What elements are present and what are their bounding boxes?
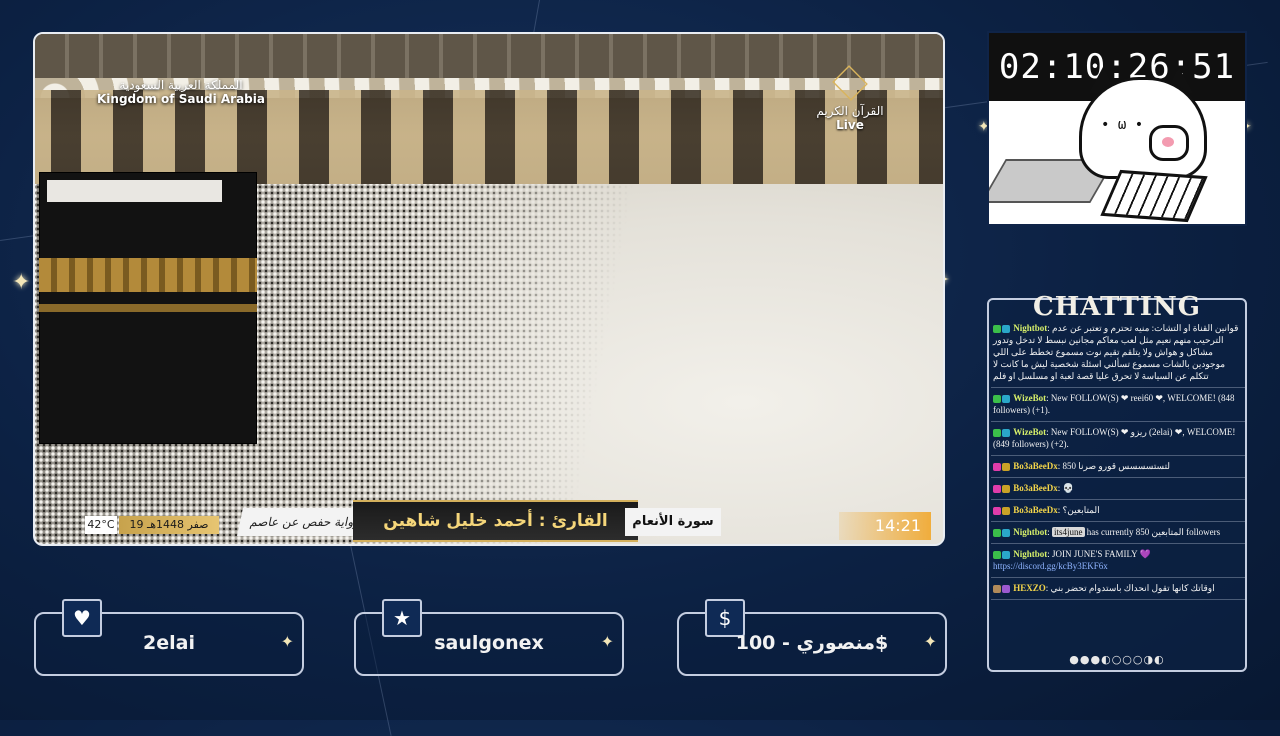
sparkle-icon: ✦ (600, 632, 614, 651)
chat-text: has currently 850 المتابعين followers (1086, 527, 1221, 537)
chat-message: Nightbot: JOIN JUNE'S FAMILY 💜 https://d… (991, 544, 1245, 578)
prime-badge-icon (1002, 584, 1010, 593)
keyboard-icon (1100, 169, 1208, 223)
kaaba (39, 172, 257, 444)
heart-badge-icon (993, 506, 1001, 515)
verified-badge-icon (1002, 428, 1010, 437)
chat-username[interactable]: WizeBot (1013, 427, 1046, 437)
chat-message: WizeBot: New FOLLOW(S) ❤ reei60 ❤, WELCO… (991, 388, 1245, 422)
qari-name: القارئ : أحمد خليل شاهين (353, 500, 638, 542)
ksa-watermark: المملكة العربية السعودية Kingdom of Saud… (97, 78, 265, 106)
clock: 14:21 (839, 512, 931, 540)
countdown-widget: 02:10:26:51 • ω • (987, 31, 1247, 226)
chat-panel[interactable]: CHATTING Nightbot: قوانين القناة او التش… (987, 292, 1247, 672)
sparkle-icon: ✦ (923, 632, 937, 651)
latest-subscriber-card: ★ saulgonex ✦ (354, 599, 624, 676)
cat-face-icon: • ω • (1101, 117, 1144, 133)
chat-username[interactable]: HEXZO (1013, 583, 1046, 593)
temperature: 42°C (85, 516, 117, 534)
sparkle-icon: ✦ (12, 270, 31, 295)
moderator-badge-icon (993, 394, 1001, 403)
chat-message: Nightbot: قوانين القناة او التشات: منيه … (991, 318, 1245, 388)
chat-username[interactable]: Nightbot (1013, 527, 1047, 537)
moderator-badge-icon (993, 528, 1001, 537)
chat-username[interactable]: Bo3aBeeDx (1013, 483, 1058, 493)
kaaba-gold-band (39, 258, 257, 292)
chat-message: Bo3aBeeDx: 💀 (991, 478, 1245, 500)
live-label: Live (836, 118, 864, 132)
kaaba-roof (47, 180, 222, 202)
chat-message: WizeBot: New FOLLOW(S) ❤ ريزو (2elai) ❤,… (991, 422, 1245, 456)
ksa-arabic: المملكة العربية السعودية (119, 78, 243, 92)
surah-name: سورة الأنعام (625, 508, 721, 536)
sub-badge-icon (1002, 462, 1010, 471)
latest-follower-card: ♥ 2elai ✦ (34, 599, 304, 676)
chat-text: لتستسسسس قورو صرنا 850 (1062, 461, 1171, 471)
chat-message: Nightbot: its4june has currently 850 الم… (991, 522, 1245, 544)
verified-badge-icon (1002, 528, 1010, 537)
sparkle-icon: ✦ (280, 632, 294, 651)
moderator-badge-icon (993, 428, 1001, 437)
verified-badge-icon (1002, 324, 1010, 333)
chat-text: 💀 (1062, 483, 1074, 493)
chat-text: JOIN JUNE'S FAMILY 💜 (1052, 549, 1151, 559)
chat-username[interactable]: Nightbot (1013, 549, 1047, 559)
chat-link[interactable]: https://discord.gg/kcBy3EKF6x (993, 561, 1108, 571)
latest-follower-name: 2elai (143, 632, 195, 654)
chat-message: HEXZO: اوقاتك كانها تقول انحداك باستدوام… (991, 578, 1245, 600)
latest-donation-card: $ منصوري - 100$ ✦ (677, 599, 947, 676)
kaaba-gold-band (39, 304, 257, 312)
chat-mention[interactable]: its4june (1052, 527, 1085, 537)
latest-subscriber-name: saulgonex (434, 632, 544, 654)
lower-third: 42°C 19 صفر 1448هـ رواية حفص عن عاصم الق… (35, 498, 943, 544)
chat-message: Bo3aBeeDx: لتستسسسس قورو صرنا 850 (991, 456, 1245, 478)
verified-badge-icon (1002, 550, 1010, 559)
chat-text: المتابعين؟ (1062, 505, 1100, 515)
verified-badge-icon (1002, 394, 1010, 403)
cat-paw-icon (1149, 125, 1189, 161)
sub-badge-icon (1002, 506, 1010, 515)
chat-username[interactable]: Bo3aBeeDx (1013, 461, 1058, 471)
hijri-date: 19 صفر 1448هـ (119, 516, 219, 534)
mosque-roof (35, 34, 943, 80)
moderator-badge-icon (993, 550, 1001, 559)
heart-badge-icon (993, 484, 1001, 493)
chat-messages[interactable]: Nightbot: قوانين القناة او التشات: منيه … (991, 318, 1245, 638)
chat-text: اوقاتك كانها تقول انحداك باستدوام تحضر ب… (1050, 583, 1215, 593)
chat-username[interactable]: Nightbot (1013, 323, 1047, 333)
live-video-player[interactable]: المملكة العربية السعودية Kingdom of Saud… (33, 32, 945, 546)
moon-phases-decoration: ●●●◐○○○◑◐ (1069, 653, 1165, 666)
channel-emblem-icon (832, 65, 868, 101)
latest-donation-value: منصوري - 100$ (735, 632, 889, 654)
sub-badge-icon (1002, 484, 1010, 493)
avatar (993, 584, 1001, 593)
chat-username[interactable]: Bo3aBeeDx (1013, 505, 1058, 515)
heart-badge-icon (993, 462, 1001, 471)
chat-username[interactable]: WizeBot (1013, 393, 1046, 403)
chat-message: Bo3aBeeDx: المتابعين؟ (991, 500, 1245, 522)
moderator-badge-icon (993, 324, 1001, 333)
channel-name: القرآن الكريم (816, 104, 884, 118)
channel-logo: القرآن الكريم Live (815, 65, 885, 132)
ksa-english: Kingdom of Saudi Arabia (97, 92, 265, 106)
